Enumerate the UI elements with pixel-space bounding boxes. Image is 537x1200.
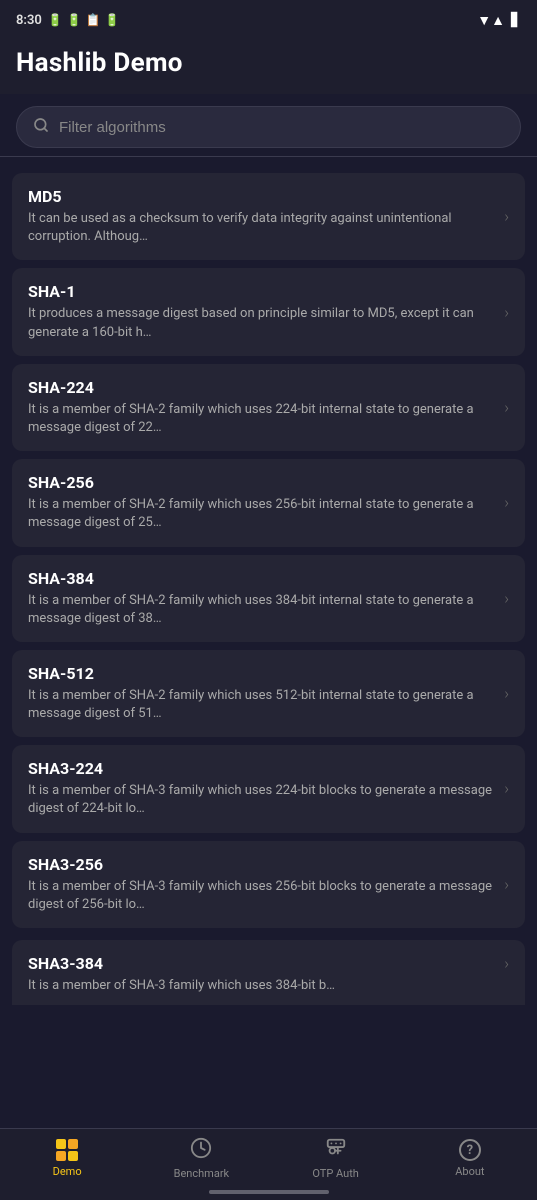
chevron-sha3-224: › xyxy=(504,779,509,798)
nav-item-otp[interactable]: OTP Auth xyxy=(269,1137,403,1180)
battery-icon: ▋ xyxy=(511,13,521,28)
chevron-sha256: › xyxy=(504,493,509,512)
otp-icon xyxy=(325,1137,347,1163)
algo-card-sha1[interactable]: SHA-1 It produces a message digest based… xyxy=(12,268,525,355)
algo-desc-sha3-256: It is a member of SHA-3 family which use… xyxy=(28,878,496,914)
status-system-icons: 🔋 🔋 📋 🔋 xyxy=(48,13,120,27)
algo-card-sha384[interactable]: SHA-384 It is a member of SHA-2 family w… xyxy=(12,555,525,642)
algo-card-sha3-384-partial[interactable]: SHA3-384 It is a member of SHA-3 family … xyxy=(12,940,525,1005)
nav-item-about[interactable]: ? About xyxy=(403,1139,537,1178)
algo-content-md5: MD5 It can be used as a checksum to veri… xyxy=(28,187,496,246)
icon-3: 📋 xyxy=(86,13,101,27)
algo-card-sha256[interactable]: SHA-256 It is a member of SHA-2 family w… xyxy=(12,459,525,546)
nav-label-otp: OTP Auth xyxy=(312,1167,359,1180)
nav-item-benchmark[interactable]: Benchmark xyxy=(134,1137,268,1180)
algo-desc-sha256: It is a member of SHA-2 family which use… xyxy=(28,496,496,532)
search-input[interactable] xyxy=(59,119,504,136)
nav-label-demo: Demo xyxy=(53,1165,82,1178)
algorithm-list: MD5 It can be used as a checksum to veri… xyxy=(0,169,537,932)
grid-cell-3 xyxy=(56,1151,66,1161)
algo-content-sha3-224: SHA3-224 It is a member of SHA-3 family … xyxy=(28,759,496,818)
chevron-sha512: › xyxy=(504,684,509,703)
algo-desc-sha3-224: It is a member of SHA-3 family which use… xyxy=(28,782,496,818)
algo-name-md5: MD5 xyxy=(28,187,496,206)
algo-desc-sha1: It produces a message digest based on pr… xyxy=(28,305,496,341)
algo-content-sha3-384: SHA3-384 It is a member of SHA-3 family … xyxy=(28,954,496,995)
algo-desc-sha384: It is a member of SHA-2 family which use… xyxy=(28,592,496,628)
algo-content-sha256: SHA-256 It is a member of SHA-2 family w… xyxy=(28,473,496,532)
algo-name-sha256: SHA-256 xyxy=(28,473,496,492)
algo-name-sha3-224: SHA3-224 xyxy=(28,759,496,778)
page-title: Hashlib Demo xyxy=(16,48,521,78)
algo-name-sha224: SHA-224 xyxy=(28,378,496,397)
chevron-sha224: › xyxy=(504,398,509,417)
wifi-icon: ▼▲ xyxy=(477,12,505,29)
algo-desc-sha512: It is a member of SHA-2 family which use… xyxy=(28,687,496,723)
algo-card-md5[interactable]: MD5 It can be used as a checksum to veri… xyxy=(12,173,525,260)
search-bar[interactable] xyxy=(16,106,521,148)
chevron-sha384: › xyxy=(504,589,509,608)
status-right-icons: ▼▲ ▋ xyxy=(477,12,521,29)
home-indicator xyxy=(209,1190,329,1194)
status-bar: 8:30 🔋 🔋 📋 🔋 ▼▲ ▋ xyxy=(0,0,537,36)
divider xyxy=(0,156,537,157)
benchmark-icon xyxy=(190,1137,212,1163)
algo-content-sha224: SHA-224 It is a member of SHA-2 family w… xyxy=(28,378,496,437)
algo-card-sha512[interactable]: SHA-512 It is a member of SHA-2 family w… xyxy=(12,650,525,737)
chevron-sha3-384: › xyxy=(504,954,509,973)
content-area: MD5 It can be used as a checksum to veri… xyxy=(0,169,537,1085)
algo-name-sha1: SHA-1 xyxy=(28,282,496,301)
chevron-sha3-256: › xyxy=(504,875,509,894)
icon-1: 🔋 xyxy=(48,13,63,27)
search-icon xyxy=(33,117,49,137)
grid-cell-1 xyxy=(56,1139,66,1149)
nav-label-benchmark: Benchmark xyxy=(174,1167,230,1180)
algo-card-sha3-224[interactable]: SHA3-224 It is a member of SHA-3 family … xyxy=(12,745,525,832)
nav-item-demo[interactable]: Demo xyxy=(0,1139,134,1178)
algo-card-sha224[interactable]: SHA-224 It is a member of SHA-2 family w… xyxy=(12,364,525,451)
algo-name-sha512: SHA-512 xyxy=(28,664,496,683)
algo-content-sha512: SHA-512 It is a member of SHA-2 family w… xyxy=(28,664,496,723)
partial-card-wrap: SHA3-384 It is a member of SHA-3 family … xyxy=(0,940,537,1005)
algo-content-sha1: SHA-1 It produces a message digest based… xyxy=(28,282,496,341)
grid-cell-4 xyxy=(68,1151,78,1161)
algo-name-sha3-256: SHA3-256 xyxy=(28,855,496,874)
grid-cell-2 xyxy=(68,1139,78,1149)
about-icon: ? xyxy=(459,1139,481,1161)
algo-desc-md5: It can be used as a checksum to verify d… xyxy=(28,210,496,246)
status-time-area: 8:30 🔋 🔋 📋 🔋 xyxy=(16,13,120,28)
header: Hashlib Demo xyxy=(0,36,537,94)
icon-2: 🔋 xyxy=(67,13,82,27)
algo-desc-sha3-384: It is a member of SHA-3 family which use… xyxy=(28,977,496,995)
icon-4: 🔋 xyxy=(105,13,120,27)
algo-card-sha3-256[interactable]: SHA3-256 It is a member of SHA-3 family … xyxy=(12,841,525,928)
algo-desc-sha224: It is a member of SHA-2 family which use… xyxy=(28,401,496,437)
chevron-md5: › xyxy=(504,207,509,226)
algo-name-sha384: SHA-384 xyxy=(28,569,496,588)
algo-name-sha3-384: SHA3-384 xyxy=(28,954,496,973)
demo-grid-icon xyxy=(56,1139,78,1161)
algo-content-sha384: SHA-384 It is a member of SHA-2 family w… xyxy=(28,569,496,628)
nav-label-about: About xyxy=(455,1165,484,1178)
chevron-sha1: › xyxy=(504,303,509,322)
status-time: 8:30 xyxy=(16,13,42,28)
algo-content-sha3-256: SHA3-256 It is a member of SHA-3 family … xyxy=(28,855,496,914)
